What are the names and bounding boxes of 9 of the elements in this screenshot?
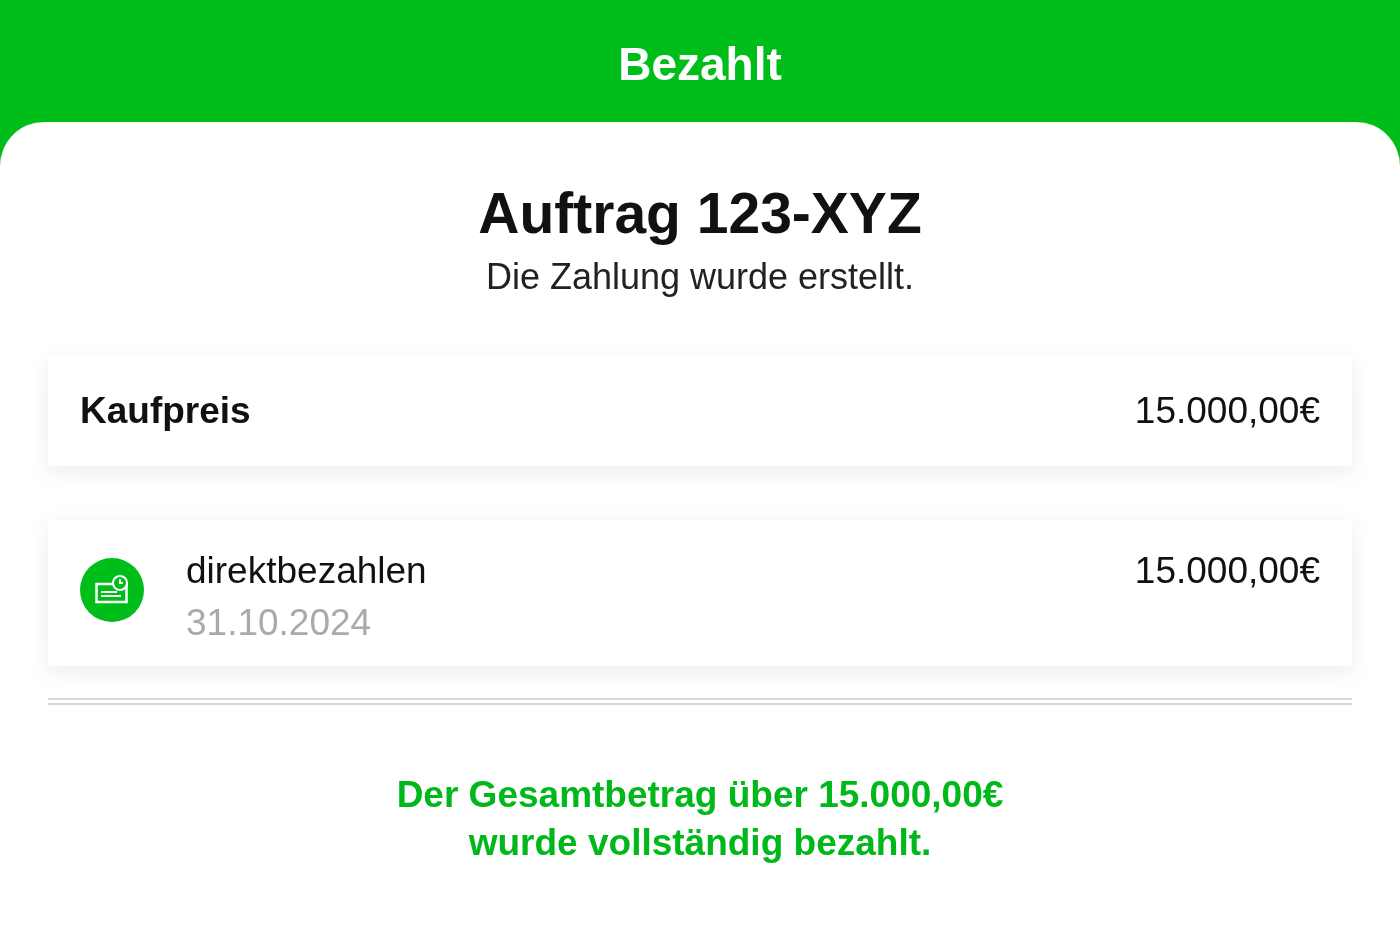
summary-text: Der Gesamtbetrag über 15.000,00€ wurde vollständig bezahlt. [396, 773, 1004, 865]
order-subtitle: Die Zahlung wurde erstellt. [485, 256, 915, 298]
payment-amount: 15.000,00€ [1134, 550, 1320, 592]
price-amount: 15.000,00€ [1134, 390, 1320, 432]
payment-date: 31.10.2024 [186, 602, 373, 644]
payment-method: direktbezahlen [186, 550, 428, 592]
header-title: Bezahlt [618, 38, 782, 92]
order-title: Auftrag 123-XYZ [478, 180, 922, 247]
price-label: Kaufpreis [80, 390, 252, 432]
